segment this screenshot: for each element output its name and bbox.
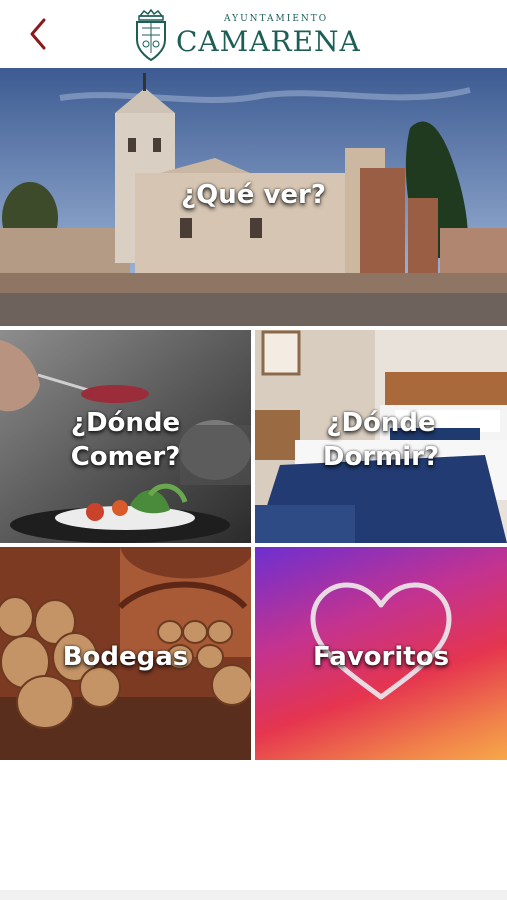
logo-title: CAMARENA [176,25,361,58]
tile-label-donde-dormir-line2: Dormir? [322,442,440,472]
tile-donde-dormir[interactable]: ¿Dónde Dormir? [255,330,507,543]
tile-favoritos[interactable]: Favoritos [255,547,507,760]
tile-bodegas[interactable]: Bodegas [0,547,251,760]
tile-donde-comer[interactable]: ¿Dónde Comer? [0,330,251,543]
back-button[interactable] [22,14,56,54]
bottom-edge [0,890,507,900]
tile-label-donde-comer-line1: ¿Dónde [70,408,181,438]
tile-label-que-ver: ¿Qué ver? [181,180,326,210]
tile-label-bodegas: Bodegas [62,642,189,672]
app-header: AYUNTAMIENTO CAMARENA [0,0,507,68]
logo-subtitle: AYUNTAMIENTO [224,14,329,24]
tile-label-favoritos: Favoritos [312,642,450,672]
camarena-logo: AYUNTAMIENTO CAMARENA [132,8,377,64]
coat-of-arms-icon [136,8,166,62]
tile-label-donde-dormir-line1: ¿Dónde [326,408,436,438]
tile-label-donde-comer-line2: Comer? [70,442,181,472]
tile-que-ver[interactable]: ¿Qué ver? [0,68,507,326]
chevron-left-icon [30,18,46,50]
